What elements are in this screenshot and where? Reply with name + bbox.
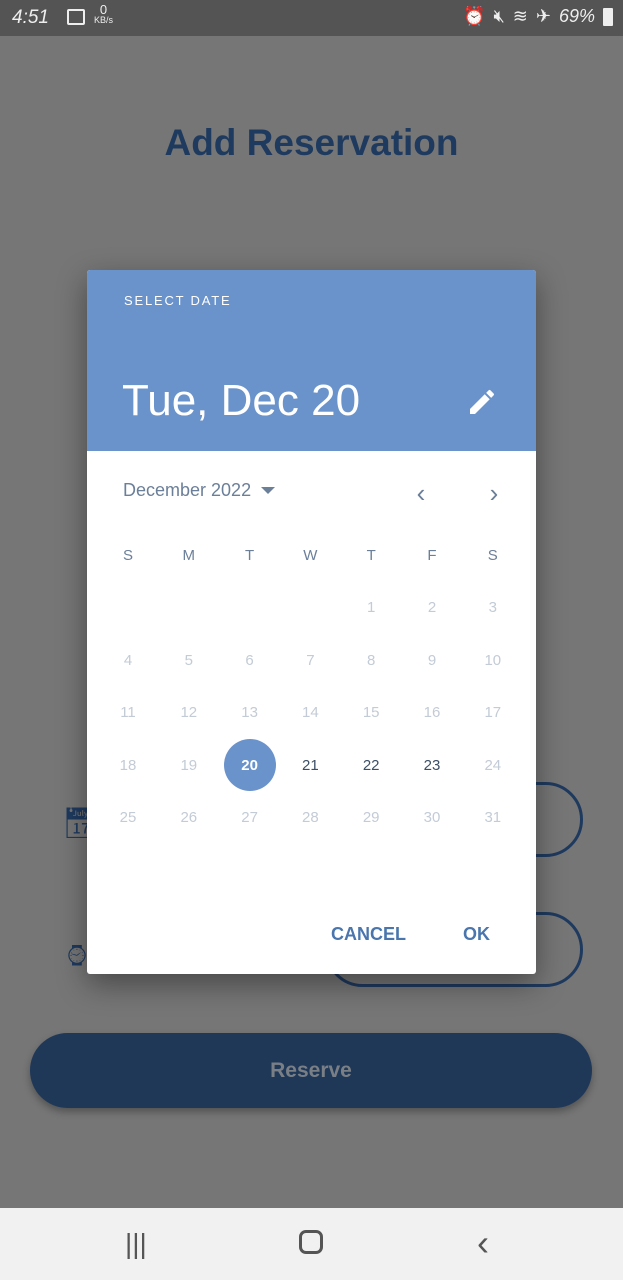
day-cell: 16 [423, 704, 441, 721]
day-cell: 13 [241, 704, 258, 721]
day-cell: 5 [184, 651, 193, 669]
net-speed: 0 KB/s [94, 2, 114, 25]
day-cell: 11 [120, 704, 136, 721]
day-cell: 29 [362, 809, 380, 826]
day-cell: 2 [427, 599, 437, 616]
battery-percent: 69% [558, 6, 595, 26]
date-picker-dialog: SELECT DATE Tue, Dec 20 December 2022 ‹ … [87, 270, 536, 974]
mute-icon: 🔇︎ [493, 6, 505, 26]
day-cell-selected[interactable]: 20 [223, 739, 276, 791]
day-cell: 31 [484, 809, 502, 826]
wifi-icon: ≋ [512, 6, 528, 26]
day-cell[interactable]: 23 [406, 739, 458, 791]
day-cell: 28 [302, 809, 319, 826]
day-cell: 1 [367, 599, 376, 616]
day-cell: 10 [484, 651, 502, 669]
selected-date: Tue, Dec 20 [122, 376, 361, 425]
day-cell: 3 [488, 599, 497, 616]
day-cell: 4 [123, 651, 133, 669]
day-cell: 19 [180, 756, 198, 774]
day-cell: 17 [484, 704, 502, 721]
day-cell: 26 [180, 809, 198, 826]
previous-month-button[interactable]: ‹ [409, 478, 433, 509]
weekday-header: T [366, 546, 376, 564]
month-year-selector[interactable]: December 2022 [123, 480, 276, 501]
airplane-icon: ✈ [535, 6, 551, 26]
day-cell: 25 [119, 809, 137, 826]
month-year-label: December 2022 [123, 480, 252, 500]
day-cell[interactable]: 21 [284, 739, 336, 791]
recent-apps-button[interactable]: ||| [125, 1228, 147, 1260]
day-cell: 14 [302, 704, 319, 721]
dialog-header: SELECT DATE Tue, Dec 20 [87, 270, 536, 451]
page-title: Add Reservation [164, 122, 459, 163]
next-month-button[interactable]: › [482, 478, 506, 509]
weekday-header: T [245, 546, 255, 564]
weekday-header: W [303, 546, 318, 564]
weekday-header: M [182, 546, 196, 564]
home-button[interactable] [299, 1230, 323, 1254]
day-cell: 7 [306, 651, 315, 669]
alarm-icon: ⏰ [463, 6, 486, 26]
cancel-button[interactable]: CANCEL [331, 924, 406, 945]
day-cell: 9 [427, 651, 437, 669]
header-label: SELECT DATE [124, 293, 232, 308]
day-cell: 18 [119, 756, 137, 774]
day-cell: 27 [241, 809, 258, 826]
day-cell: 30 [423, 809, 441, 826]
day-cell: 8 [367, 651, 376, 669]
back-button[interactable]: ‹ [477, 1222, 489, 1264]
day-cell: 12 [180, 704, 198, 721]
clock: 4:51 [12, 7, 49, 28]
weekday-header: S [487, 546, 498, 564]
day-cell: 15 [362, 704, 380, 721]
edit-icon[interactable] [466, 386, 498, 418]
weekday-header: S [122, 546, 133, 564]
image-icon [67, 9, 85, 25]
status-bar: 4:51 0 KB/s ⏰ 🔇︎ ≋ ✈ 69% [0, 0, 623, 36]
day-cell: 6 [245, 651, 254, 669]
reserve-button[interactable]: Reserve [30, 1033, 592, 1108]
battery-icon [603, 7, 613, 26]
dropdown-icon [261, 487, 276, 494]
ok-button[interactable]: OK [463, 924, 490, 945]
system-nav-bar: ||| ‹ [0, 1208, 623, 1280]
weekday-header: F [427, 546, 437, 564]
day-cell[interactable]: 22 [345, 739, 397, 791]
day-cell: 24 [484, 756, 502, 774]
